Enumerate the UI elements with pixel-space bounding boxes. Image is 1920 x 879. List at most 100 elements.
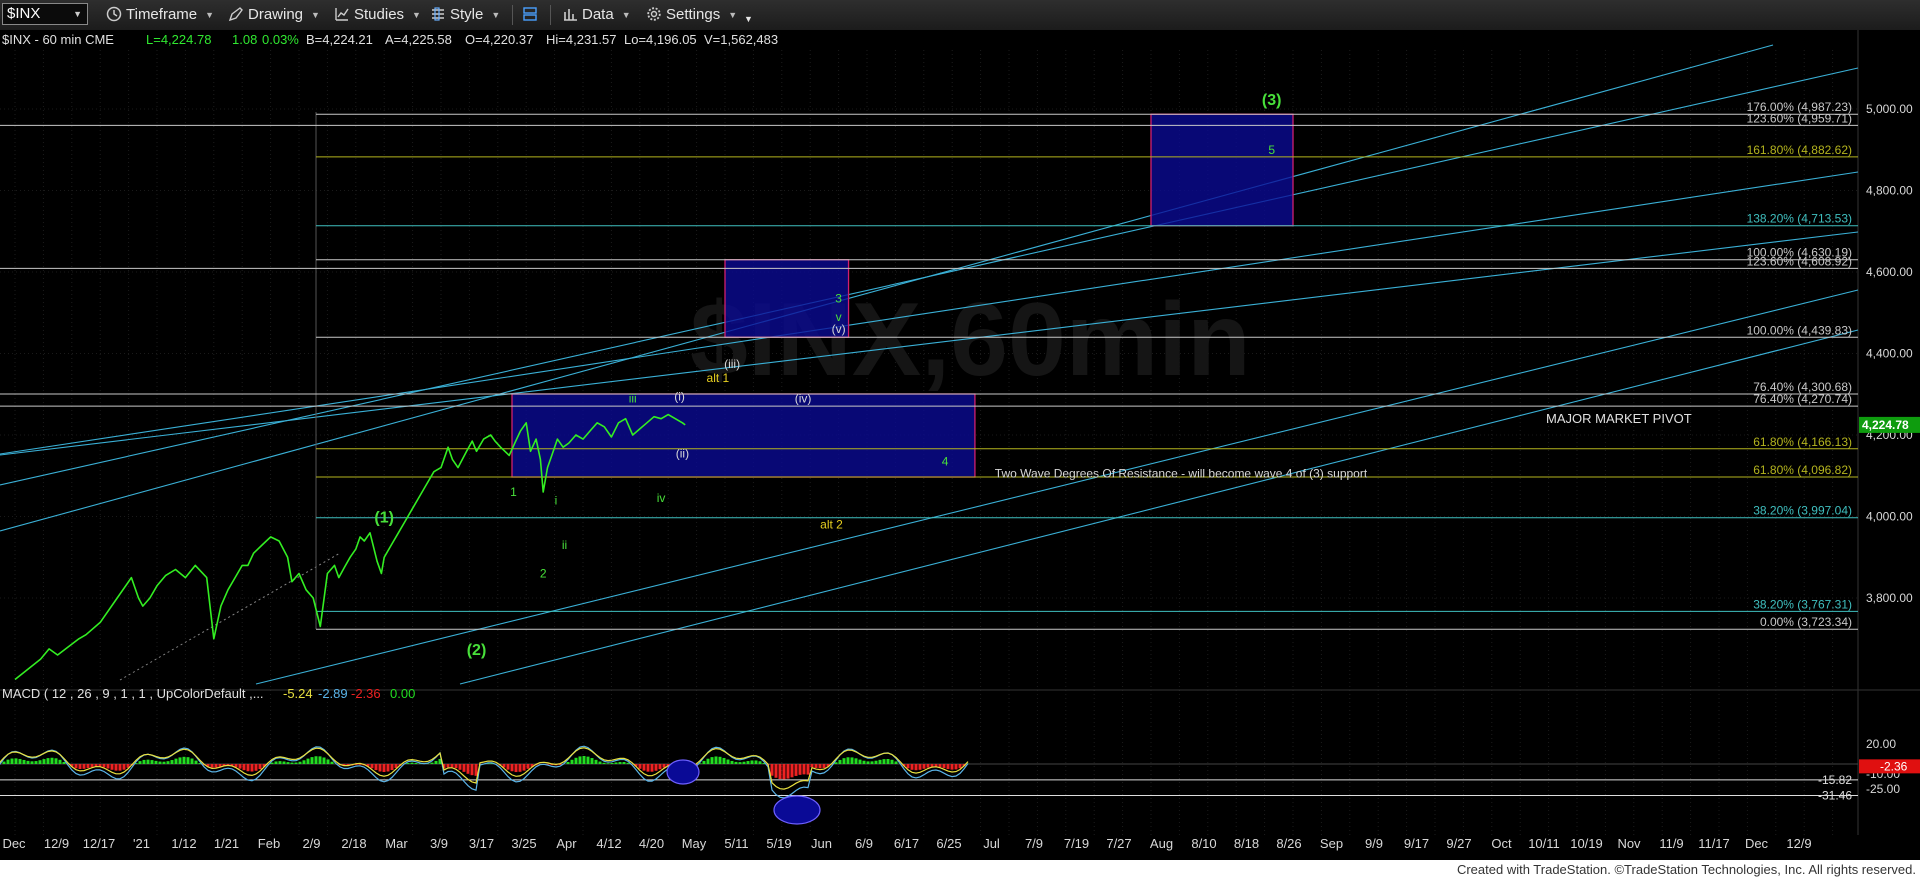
wave-label: (iii) [724, 357, 740, 371]
wave-label: (3) [1262, 92, 1282, 109]
wave-label: (1) [374, 510, 394, 527]
header-pct: 0.03% [262, 32, 299, 47]
date-tick: 4/12 [596, 836, 621, 851]
date-tick: 4/20 [639, 836, 664, 851]
date-tick: Dec [2, 836, 26, 851]
date-tick: 1/12 [171, 836, 196, 851]
style-button[interactable]: Style ▼ [430, 4, 500, 26]
studies-button[interactable]: Studies ▼ [334, 4, 421, 26]
fib-label: 61.80% (4,096.82) [1753, 463, 1852, 477]
date-tick: 11/9 [1659, 836, 1683, 851]
data-label: Data [582, 6, 614, 23]
date-tick: 8/10 [1191, 836, 1216, 851]
date-tick: 12/17 [83, 836, 116, 851]
date-tick: 12/9 [44, 836, 69, 851]
chevron-down-icon: ▼ [205, 10, 215, 20]
macd-marker-label: -31.46 [1818, 788, 1852, 802]
price-tick: 4,000.00 [1866, 510, 1913, 524]
date-tick: '21 [133, 836, 150, 851]
chevron-down-icon: ▼ [412, 10, 421, 20]
gear-icon [647, 7, 661, 21]
layout-icon [523, 7, 537, 21]
wave-label: (2) [467, 642, 487, 659]
macd-value: 0.00 [390, 686, 415, 701]
header-symbol: $INX - 60 min CME [2, 32, 114, 47]
wave-label: iii [629, 391, 637, 405]
header-volume: V=1,562,483 [704, 32, 778, 47]
date-tick: Feb [258, 836, 280, 851]
fib-label: 76.40% (4,270.74) [1753, 392, 1852, 406]
fib-label: 100.00% (4,439.83) [1747, 323, 1852, 337]
date-tick: 9/27 [1446, 836, 1471, 851]
chevron-down-icon: ▼ [73, 9, 82, 19]
date-tick: 6/9 [855, 836, 873, 851]
toolbar-divider [512, 5, 513, 25]
date-tick: 9/9 [1365, 836, 1383, 851]
fib-label: 38.20% (3,767.31) [1753, 597, 1852, 611]
date-tick: 9/17 [1404, 836, 1429, 851]
footer-credit: Created with TradeStation. ©TradeStation… [1456, 862, 1916, 877]
date-tick: 5/11 [724, 836, 748, 851]
wave-label: alt 2 [820, 518, 843, 532]
date-tick: Apr [556, 836, 577, 851]
date-tick: 2/9 [302, 836, 320, 851]
price-tick: 5,000.00 [1866, 102, 1913, 116]
style-label: Style [450, 6, 484, 23]
date-tick: 3/17 [469, 836, 494, 851]
macd-highlight [773, 795, 821, 825]
macd-value: -2.89 [318, 686, 348, 701]
fib-label: 138.20% (4,713.53) [1747, 212, 1852, 226]
chevron-down-icon: ▼ [491, 10, 501, 20]
macd-value: -5.24 [283, 686, 313, 701]
settings-label: Settings [666, 6, 721, 23]
header-change: 1.08 [232, 32, 257, 47]
wave-label: 2 [540, 567, 547, 581]
price-tick: 3,800.00 [1866, 591, 1913, 605]
price-tick: 4,800.00 [1866, 184, 1913, 198]
fib-label: 123.60% (4,608.92) [1747, 254, 1852, 268]
wave-label: 3 [835, 292, 842, 306]
data-button[interactable]: Data ▼ [562, 4, 631, 26]
macd-label: MACD ( 12 , 26 , 9 , 1 , 1 , UpColorDefa… [2, 686, 264, 701]
date-tick: 2/18 [341, 836, 366, 851]
symbol-input-value: $INX [7, 5, 41, 22]
header-open: O=4,220.37 [465, 32, 533, 47]
chart-area[interactable]: $INX,60min MAJOR MARKET PIVOT 176.00% (4… [0, 30, 1920, 860]
studies-icon [335, 8, 349, 21]
date-tick: 7/19 [1064, 836, 1089, 851]
wave-label: 1 [510, 485, 517, 499]
date-axis: Dec 12/9 12/17 '21 1/12 1/21 Feb 2/9 2/18 Mar 3/9 3… [2, 836, 1811, 851]
wave-label: (v) [832, 322, 846, 336]
wave-label: iv [657, 491, 666, 505]
date-tick: 7/27 [1106, 836, 1131, 851]
footer: Created with TradeStation. ©TradeStation… [0, 860, 1920, 879]
macd-value: -2.36 [351, 686, 381, 701]
date-tick: 12/9 [1786, 836, 1811, 851]
wave-label: 4 [942, 455, 949, 469]
date-tick: 8/18 [1234, 836, 1259, 851]
date-tick: Nov [1617, 836, 1641, 851]
date-tick: 5/19 [766, 836, 791, 851]
studies-label: Studies [354, 6, 405, 23]
header-last: L=4,224.78 [146, 32, 211, 47]
symbol-input[interactable]: $INX ▼ [2, 3, 88, 25]
chevron-down-icon: ▼ [621, 10, 631, 20]
price-tick: 4,400.00 [1866, 347, 1913, 361]
target-zone [1150, 113, 1294, 227]
date-tick: Sep [1320, 836, 1343, 851]
fib-label: 0.00% (3,723.34) [1760, 615, 1852, 629]
macd-value-tag-text: -2.36 [1880, 759, 1908, 773]
settings-button[interactable]: Settings ▼ [646, 4, 737, 26]
toolbar: $INX ▼ Timeframe ▼ Drawing ▼ Studies ▼ Styl… [0, 0, 1920, 31]
wave-label: ii [562, 538, 567, 552]
toolbar-overflow-icon[interactable]: ▼ [744, 8, 753, 30]
date-tick: 6/17 [894, 836, 919, 851]
price-tick: 4,600.00 [1866, 265, 1913, 279]
date-tick: Mar [385, 836, 408, 851]
fib-label: 161.80% (4,882.62) [1747, 143, 1852, 157]
chevron-down-icon: ▼ [311, 10, 320, 20]
fib-label: 61.80% (4,166.13) [1753, 435, 1852, 449]
layout-button[interactable] [522, 4, 542, 26]
drawing-button[interactable]: Drawing ▼ [228, 4, 320, 26]
timeframe-button[interactable]: Timeframe ▼ [106, 4, 214, 26]
